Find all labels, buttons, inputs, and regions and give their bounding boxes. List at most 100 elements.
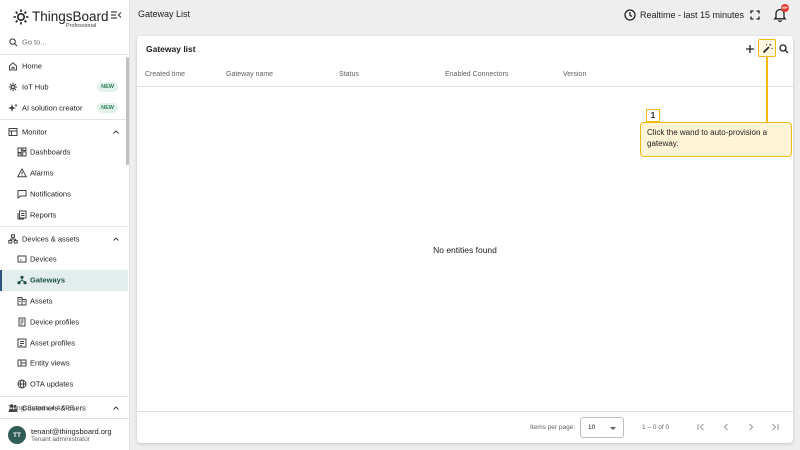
sidebar-item-label: Home xyxy=(22,61,43,71)
page-range: 1 – 0 of 0 xyxy=(642,424,670,431)
chevron-right-icon xyxy=(746,422,756,432)
search-icon xyxy=(8,37,18,47)
sparkle-icon xyxy=(8,103,18,113)
device-icon xyxy=(17,254,27,264)
last-page-button[interactable] xyxy=(769,421,781,433)
sidebar-item-label: Alarms xyxy=(30,168,54,178)
column-header-created-time[interactable]: Created time xyxy=(145,71,185,78)
sidebar-item-dashboards[interactable]: Dashboards xyxy=(0,142,128,163)
sidebar-item-assets[interactable]: Assets xyxy=(0,291,128,312)
sidebar-search[interactable]: Go to... xyxy=(0,32,128,53)
new-badge: NEW xyxy=(97,102,118,113)
plus-icon xyxy=(745,44,755,54)
gateway-list-card: Gateway list Created time Gateway name S… xyxy=(137,36,793,443)
column-header-version[interactable]: Version xyxy=(563,71,586,78)
dashboard-icon xyxy=(17,147,27,157)
column-header-enabled-connectors[interactable]: Enabled Connectors xyxy=(445,71,508,78)
chevron-up-icon xyxy=(112,404,120,412)
sidebar-item-label: IoT Hub xyxy=(22,82,49,92)
timewindow-label: Realtime - last 15 minutes xyxy=(640,10,745,20)
menu-collapse-icon[interactable] xyxy=(110,9,122,21)
page-size-select[interactable]: 10 xyxy=(580,417,624,438)
globe-icon xyxy=(17,379,27,389)
avatar: TT xyxy=(8,426,26,444)
chevron-up-icon xyxy=(112,235,120,243)
user-email: tenant@thingsboard.org xyxy=(31,427,112,436)
report-icon xyxy=(17,210,27,220)
sidebar: ThingsBoard Professional Go to... Home I… xyxy=(0,0,130,450)
message-icon xyxy=(17,189,27,199)
chevron-left-icon xyxy=(721,422,731,432)
sidebar-item-ai-solution-creator[interactable]: AI solution creator NEW xyxy=(0,97,128,118)
sidebar-search-placeholder: Go to... xyxy=(22,37,47,47)
caret-down-icon xyxy=(610,427,616,430)
sidebar-item-device-profiles[interactable]: Device profiles xyxy=(0,311,128,332)
sidebar-item-iot-hub[interactable]: IoT Hub NEW xyxy=(0,77,128,98)
magic-wand-icon xyxy=(762,43,773,54)
gateway-icon xyxy=(17,275,27,285)
sidebar-item-asset-profiles[interactable]: Asset profiles xyxy=(0,332,128,353)
thingsboard-logo-icon xyxy=(12,8,30,26)
divider xyxy=(0,53,128,55)
sidebar-item-label: Monitor xyxy=(22,127,48,137)
previous-page-button[interactable] xyxy=(720,421,732,433)
sidebar-item-devices[interactable]: Devices xyxy=(0,249,128,270)
column-header-gateway-name[interactable]: Gateway name xyxy=(226,71,273,78)
warning-icon xyxy=(17,168,27,178)
top-bar: Gateway List Realtime - last 15 minutes … xyxy=(130,0,800,30)
sidebar-item-entity-views[interactable]: Entity views xyxy=(0,353,128,374)
fullscreen-icon[interactable] xyxy=(749,9,761,21)
items-per-page-label: Items per page: xyxy=(530,424,576,431)
sidebar-item-label: AI solution creator xyxy=(22,103,83,113)
brand-edition: Professional xyxy=(66,23,97,29)
guide-step-number: 1 xyxy=(646,109,660,122)
sidebar-item-alarms[interactable]: Alarms xyxy=(0,163,128,184)
app-version: ThingsBoard v.4.4.0PE xyxy=(8,405,75,412)
auto-provision-gateway-button[interactable] xyxy=(758,39,776,57)
divider xyxy=(0,226,128,228)
last-page-icon xyxy=(770,422,780,432)
sidebar-item-home[interactable]: Home xyxy=(0,56,128,77)
sidebar-item-label: Gateways xyxy=(30,275,66,285)
divider xyxy=(0,395,128,397)
card-title: Gateway list xyxy=(146,44,196,54)
guide-connector-line xyxy=(766,56,768,122)
sidebar-item-reports[interactable]: Reports xyxy=(0,204,128,225)
sidebar-item-label: Entity views xyxy=(30,358,70,368)
sidebar-item-notifications[interactable]: Notifications xyxy=(0,184,128,205)
divider xyxy=(0,119,128,121)
first-page-button[interactable] xyxy=(695,421,707,433)
page-size-value: 10 xyxy=(588,424,596,431)
search-icon xyxy=(779,44,789,54)
sidebar-item-label: OTA updates xyxy=(30,379,74,389)
sidebar-group-monitor[interactable]: Monitor xyxy=(0,121,128,142)
empty-state-message: No entities found xyxy=(433,245,497,255)
device-profile-icon xyxy=(17,317,27,327)
hub-icon xyxy=(8,82,18,92)
next-page-button[interactable] xyxy=(745,421,757,433)
sidebar-item-label: Devices xyxy=(30,254,57,264)
sidebar-scrollbar[interactable] xyxy=(126,57,129,165)
add-gateway-button[interactable] xyxy=(742,41,758,57)
clock-icon xyxy=(624,9,636,21)
sidebar-item-label: Device profiles xyxy=(30,317,80,327)
user-role: Tenant administrator xyxy=(31,436,90,443)
sidebar-item-label: Assets xyxy=(30,296,53,306)
domain-icon xyxy=(17,296,27,306)
timewindow-button[interactable]: Realtime - last 15 minutes xyxy=(624,7,744,23)
home-icon xyxy=(8,61,18,71)
sidebar-item-gateways[interactable]: Gateways xyxy=(0,269,128,291)
sidebar-nav: Go to... Home IoT Hub NEW AI solution cr… xyxy=(0,32,128,418)
new-badge: NEW xyxy=(97,81,118,92)
search-gateways-button[interactable] xyxy=(776,41,792,57)
chevron-up-icon xyxy=(112,128,120,136)
column-header-status[interactable]: Status xyxy=(339,71,359,78)
sidebar-item-label: Reports xyxy=(30,210,57,220)
user-menu[interactable]: TT tenant@thingsboard.org Tenant adminis… xyxy=(0,418,130,450)
view-quilt-icon xyxy=(17,358,27,368)
notification-count-badge: 99+ xyxy=(781,4,789,12)
sidebar-item-ota-updates[interactable]: OTA updates xyxy=(0,374,128,395)
brand-name: ThingsBoard xyxy=(32,9,109,24)
sidebar-group-devices-assets[interactable]: Devices & assets xyxy=(0,228,128,249)
sidebar-item-label: Devices & assets xyxy=(22,234,80,244)
